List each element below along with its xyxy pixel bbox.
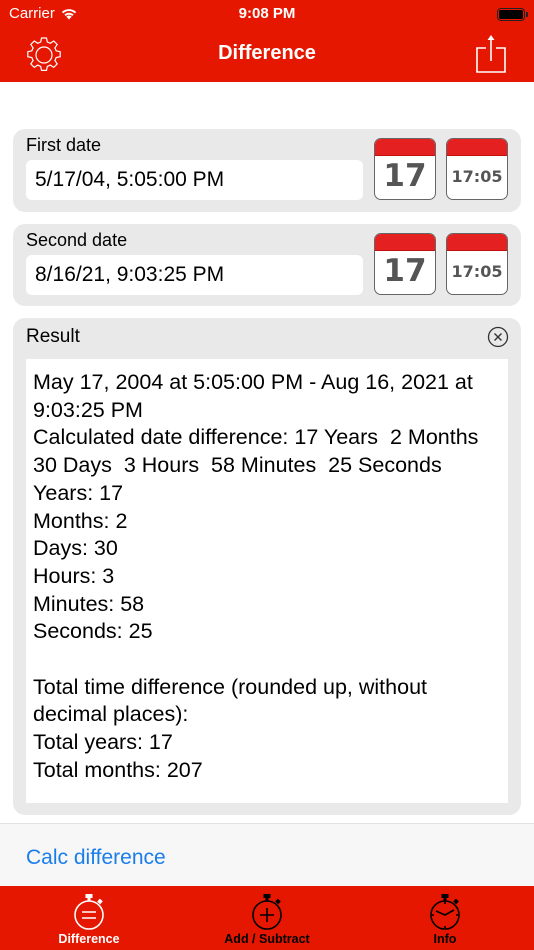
calc-difference-button[interactable]: Calc difference <box>26 846 166 870</box>
status-bar: Carrier 9:08 PM <box>0 0 534 30</box>
top-bar: Carrier 9:08 PM Difference <box>0 0 534 82</box>
share-icon[interactable] <box>474 34 508 74</box>
tab-info[interactable]: Info <box>370 886 520 950</box>
first-date-field[interactable] <box>26 160 363 200</box>
tab-label: Difference <box>58 932 120 946</box>
action-bar: Calc difference <box>0 823 534 886</box>
first-date-card: First date 17 17:05 <box>13 129 521 212</box>
first-time-picker-button[interactable]: 17:05 <box>446 138 508 200</box>
second-date-label: Second date <box>26 230 128 250</box>
result-label: Result <box>26 326 80 347</box>
result-text-area[interactable]: May 17, 2004 at 5:05:00 PM - Aug 16, 202… <box>26 359 508 803</box>
result-card: Result May 17, 2004 at 5:05:00 PM - Aug … <box>13 318 521 815</box>
result-line: Minutes: 58 <box>33 591 145 616</box>
calendar-day-number: 17 <box>383 253 427 289</box>
second-date-card: Second date 17 17:05 <box>13 224 521 306</box>
calendar-day-number: 17 <box>383 158 427 194</box>
tab-difference[interactable]: Difference <box>14 886 164 950</box>
calendar-icon <box>375 139 435 156</box>
navigation-bar: Difference <box>0 30 534 82</box>
page-title: Difference <box>218 42 316 64</box>
result-line: Total months: 207 <box>33 757 203 782</box>
first-date-label: First date <box>26 135 102 155</box>
app-screen: Carrier 9:08 PM Difference First date 5/… <box>0 0 534 950</box>
battery-icon <box>497 8 528 21</box>
result-line: Years: 17 <box>33 480 124 505</box>
result-line: Days: 30 <box>33 536 118 561</box>
tab-bar: Difference Add / Subtract Info <box>0 886 534 950</box>
status-time: 9:08 PM <box>238 5 296 22</box>
clock-calendar-icon <box>447 139 507 156</box>
result-line: May 17, 2004 at 5:05:00 PM - Aug 16, 202… <box>33 370 479 422</box>
clear-circle-icon[interactable] <box>487 326 509 348</box>
result-blank-line <box>33 646 501 674</box>
result-line: Total time difference (rounded up, witho… <box>33 674 433 727</box>
result-line: Calculated date difference: 17 Years 2 M… <box>33 425 491 478</box>
tab-add-subtract[interactable]: Add / Subtract <box>192 886 342 950</box>
stopwatch-clock-icon <box>430 894 460 930</box>
calendar-time-text: 17:05 <box>451 167 503 186</box>
first-date-calendar-button[interactable]: 17 <box>374 138 436 200</box>
result-line: Total years: 17 <box>33 730 173 755</box>
tab-label: Info <box>433 932 457 946</box>
result-line: Months: 2 <box>33 508 128 533</box>
second-date-field[interactable] <box>26 255 363 295</box>
calendar-time-text: 17:05 <box>451 262 503 281</box>
stopwatch-plus-icon <box>252 894 282 930</box>
clock-calendar-icon <box>447 234 507 251</box>
result-line: Seconds: 25 <box>33 619 153 644</box>
second-date-calendar-button[interactable]: 17 <box>374 233 436 295</box>
calendar-icon <box>375 234 435 251</box>
tab-label: Add / Subtract <box>224 932 310 946</box>
second-time-picker-button[interactable]: 17:05 <box>446 233 508 295</box>
result-line: Hours: 3 <box>33 563 115 588</box>
stopwatch-equals-icon <box>74 894 104 930</box>
